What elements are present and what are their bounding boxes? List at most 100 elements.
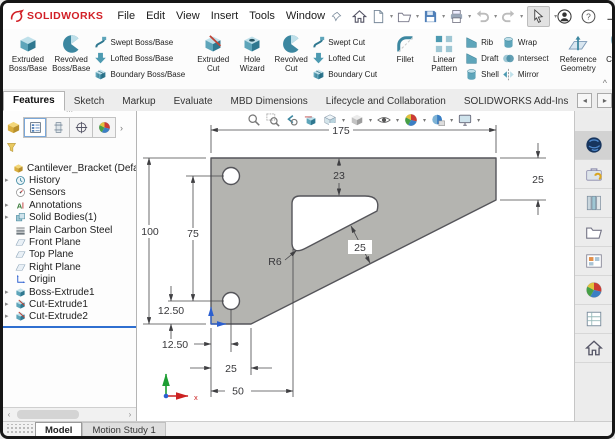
motion-study-tab[interactable]: Motion Study 1 bbox=[82, 422, 165, 437]
dim-hole-left-offset[interactable]: 12.50 bbox=[162, 339, 188, 351]
dim-total-width[interactable]: 175 bbox=[332, 125, 350, 137]
open-caret-icon[interactable]: ▾ bbox=[416, 13, 419, 20]
dim-hole-bottom-offset[interactable]: 12.50 bbox=[158, 305, 184, 317]
dim-chamfer-width[interactable]: 25 bbox=[225, 363, 237, 375]
intersect-button[interactable]: Intersect bbox=[502, 51, 549, 65]
open-button[interactable] bbox=[397, 9, 412, 24]
undo-caret-icon[interactable]: ▾ bbox=[494, 13, 497, 20]
dim-slot-radius[interactable]: R6 bbox=[268, 256, 282, 268]
tree-item-solid-bodies[interactable]: ▸Solid Bodies(1) bbox=[3, 212, 136, 224]
task-appearances-button[interactable] bbox=[575, 276, 612, 305]
print-button[interactable] bbox=[449, 9, 464, 24]
tab-solidworks-addins[interactable]: SOLIDWORKS Add-Ins bbox=[455, 93, 577, 111]
task-resources-button[interactable] bbox=[575, 160, 612, 189]
task-file-explorer-button[interactable] bbox=[575, 218, 612, 247]
task-view-palette-button[interactable] bbox=[575, 247, 612, 276]
menu-tools[interactable]: Tools bbox=[249, 10, 275, 22]
expand-arrow-icon[interactable]: ▸ bbox=[5, 177, 13, 184]
expand-arrow-icon[interactable]: ▸ bbox=[5, 202, 13, 209]
panel-more-icon[interactable]: › bbox=[120, 123, 123, 133]
dim-arm-width[interactable]: 25 bbox=[354, 242, 366, 254]
tab-evaluate[interactable]: Evaluate bbox=[165, 93, 222, 111]
configurationmanager-tab[interactable] bbox=[70, 118, 93, 137]
minimize-button[interactable] bbox=[605, 10, 615, 23]
rollback-bar[interactable] bbox=[3, 326, 136, 328]
part-tab-icon[interactable] bbox=[6, 120, 21, 135]
tab-sketch[interactable]: Sketch bbox=[65, 93, 114, 111]
featuremanager-tab[interactable] bbox=[24, 118, 47, 137]
scrollbar-thumb[interactable] bbox=[17, 410, 79, 419]
print-caret-icon[interactable]: ▾ bbox=[468, 13, 471, 20]
reference-geometry-button[interactable]: Reference Geometry bbox=[558, 31, 599, 91]
tree-item-top-plane[interactable]: Top Plane bbox=[3, 249, 136, 261]
redo-button[interactable] bbox=[501, 9, 516, 24]
filter-icon[interactable] bbox=[6, 142, 17, 153]
help-icon[interactable]: ? bbox=[581, 9, 596, 24]
mirror-button[interactable]: Mirror bbox=[502, 67, 549, 81]
pane-right-icon[interactable]: ▸ bbox=[597, 93, 612, 108]
linear-pattern-button[interactable]: Linear Pattern bbox=[425, 31, 463, 91]
task-home-button[interactable] bbox=[575, 334, 612, 363]
pin-menu-icon[interactable] bbox=[331, 11, 342, 22]
menu-insert[interactable]: Insert bbox=[211, 10, 239, 22]
home-button[interactable] bbox=[352, 9, 367, 24]
expand-arrow-icon[interactable]: ▸ bbox=[5, 301, 13, 308]
save-caret-icon[interactable]: ▾ bbox=[442, 13, 445, 20]
tree-item-history[interactable]: ▸History bbox=[3, 174, 136, 186]
tree-item-front-plane[interactable]: Front Plane bbox=[3, 236, 136, 248]
tree-item-cut-extrude2[interactable]: ▸Cut-Extrude2 bbox=[3, 311, 136, 323]
task-custom-properties-button[interactable] bbox=[575, 305, 612, 334]
tree-item-annotations[interactable]: ▸AAnnotations bbox=[3, 199, 136, 211]
extruded-cut-button[interactable]: Extruded Cut bbox=[194, 31, 232, 91]
dim-left-height[interactable]: 100 bbox=[141, 226, 159, 238]
lofted-boss-base-button[interactable]: Lofted Boss/Base bbox=[94, 51, 185, 65]
extruded-boss-base-button[interactable]: Extruded Boss/Base bbox=[7, 31, 49, 91]
fillet-button[interactable]: Fillet bbox=[386, 31, 424, 91]
tree-item-origin[interactable]: Origin bbox=[3, 274, 136, 286]
tree-item-material[interactable]: Plain Carbon Steel bbox=[3, 224, 136, 236]
tree-item-part[interactable]: Cantilever_Bracket (Default) <<D bbox=[3, 162, 136, 174]
expand-arrow-icon[interactable]: ▸ bbox=[5, 214, 13, 221]
shell-button[interactable]: Shell bbox=[465, 67, 499, 81]
new-caret-icon[interactable]: ▾ bbox=[390, 13, 393, 20]
ribbon-collapse-icon[interactable]: ^ bbox=[603, 78, 607, 88]
swept-boss-base-button[interactable]: Swept Boss/Base bbox=[94, 35, 185, 49]
menu-file[interactable]: File bbox=[117, 10, 135, 22]
swept-cut-button[interactable]: Swept Cut bbox=[312, 35, 377, 49]
menu-edit[interactable]: Edit bbox=[146, 10, 165, 22]
save-button[interactable] bbox=[423, 9, 438, 24]
tab-mbd-dimensions[interactable]: MBD Dimensions bbox=[222, 93, 317, 111]
menu-window[interactable]: Window bbox=[286, 10, 325, 22]
graphics-area[interactable]: ▾ ▾ ▾ ▾ ▾ ▾ bbox=[137, 111, 575, 421]
expand-arrow-icon[interactable]: ▸ bbox=[5, 313, 13, 320]
tree-item-boss-extrude1[interactable]: ▸Boss-Extrude1 bbox=[3, 286, 136, 298]
lofted-cut-button[interactable]: Lofted Cut bbox=[312, 51, 377, 65]
undo-button[interactable] bbox=[475, 9, 490, 24]
tab-features[interactable]: Features bbox=[3, 91, 65, 111]
pane-left-icon[interactable]: ◂ bbox=[577, 93, 592, 108]
draft-button[interactable]: Draft bbox=[465, 51, 499, 65]
tab-grip[interactable] bbox=[5, 424, 33, 435]
boundary-cut-button[interactable]: Boundary Cut bbox=[312, 67, 377, 81]
tab-lifecycle-collaboration[interactable]: Lifecycle and Collaboration bbox=[317, 93, 455, 111]
rib-button[interactable]: Rib bbox=[465, 35, 499, 49]
revolved-boss-base-button[interactable]: Revolved Boss/Base bbox=[50, 31, 93, 91]
scroll-left-icon[interactable]: ‹ bbox=[3, 410, 15, 419]
model-tab[interactable]: Model bbox=[35, 422, 82, 437]
select-tool-button[interactable] bbox=[527, 6, 550, 27]
menu-view[interactable]: View bbox=[176, 10, 200, 22]
revolved-cut-button[interactable]: Revolved Cut bbox=[272, 31, 310, 91]
redo-caret-icon[interactable]: ▾ bbox=[520, 13, 523, 20]
displaymanager-tab[interactable] bbox=[93, 118, 115, 137]
tree-item-right-plane[interactable]: Right Plane bbox=[3, 261, 136, 273]
tree-item-sensors[interactable]: Sensors bbox=[3, 187, 136, 199]
task-design-library-button[interactable] bbox=[575, 189, 612, 218]
propertymanager-tab[interactable] bbox=[47, 118, 70, 137]
task-3dexperience-button[interactable] bbox=[575, 131, 612, 160]
dim-right-height[interactable]: 25 bbox=[532, 174, 544, 186]
hole-wizard-button[interactable]: Hole Wizard bbox=[233, 31, 271, 91]
dim-slot-left-offset[interactable]: 50 bbox=[232, 386, 244, 398]
wrap-button[interactable]: Wrap bbox=[502, 35, 549, 49]
scroll-right-icon[interactable]: › bbox=[124, 410, 136, 419]
user-account-icon[interactable] bbox=[557, 9, 572, 24]
